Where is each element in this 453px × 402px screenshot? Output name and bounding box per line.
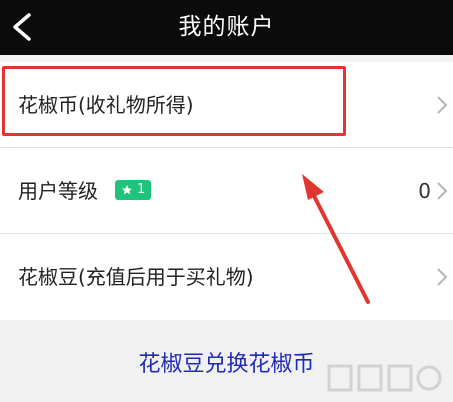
chevron-right-icon — [437, 96, 448, 114]
chevron-right-icon — [437, 268, 448, 286]
list-item-label: 用户等级 — [18, 179, 98, 203]
list-item-label: 花椒豆(充值后用于买礼物) — [18, 265, 254, 289]
chevron-right-icon — [437, 182, 448, 200]
page-title: 我的账户 — [178, 14, 275, 40]
watermark-logo — [327, 364, 442, 392]
highlight-annotation-box — [2, 66, 346, 136]
level-badge-text: 1 — [137, 182, 146, 197]
star-icon — [122, 185, 132, 195]
level-value: 0 — [418, 179, 431, 203]
arrow-annotation — [302, 174, 370, 304]
level-badge: 1 — [115, 180, 152, 200]
top-bar: 我的账户 — [0, 0, 453, 55]
